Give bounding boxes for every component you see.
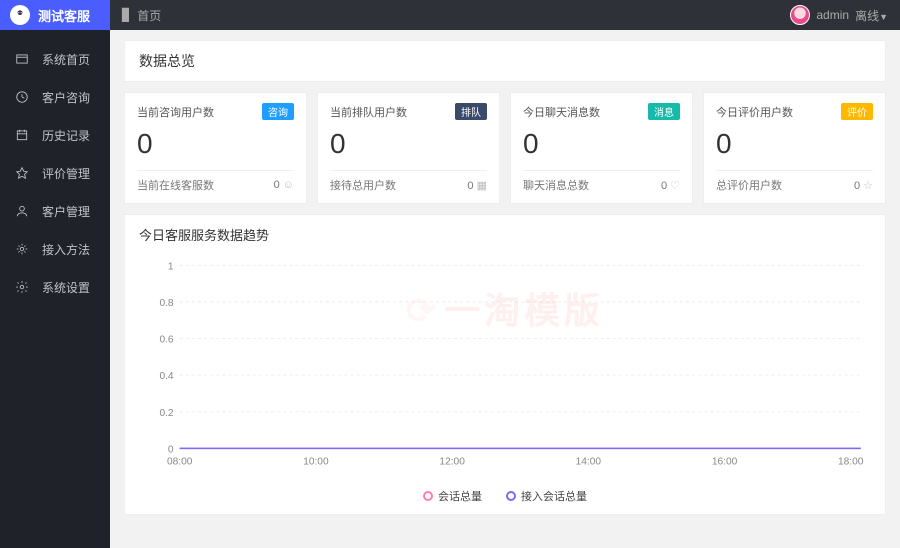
brand-avatar [10,5,30,25]
nav-label: 系统首页 [42,51,90,68]
nav-label: 系统设置 [42,279,90,296]
svg-text:0.4: 0.4 [159,371,173,382]
legend-dot-icon [423,491,433,501]
svg-text:0.8: 0.8 [159,298,173,309]
card-sub-value: 0 [467,180,473,192]
card-badge: 咨询 [262,103,294,120]
card-value: 0 [523,128,680,160]
stat-card-consult: 当前咨询用户数 咨询 0 当前在线客服数 0 ☺ [124,92,307,204]
card-sub-label: 接待总用户数 [330,177,396,193]
y-axis: 1 0.8 0.6 0.4 0.2 0 [159,261,860,455]
chart-panel: 今日客服服务数据趋势 ⟳一淘模版 1 0.8 0.6 0.4 0.2 0 [124,214,886,515]
svg-text:1: 1 [168,261,174,272]
svg-text:18:00: 18:00 [838,457,864,468]
nav-label: 评价管理 [42,165,90,182]
card-sub-value: 0 [854,180,860,192]
card-sub-label: 聊天消息总数 [523,177,589,193]
calendar-icon [14,127,30,143]
card-badge: 评价 [841,103,873,120]
legend-dot-icon [506,491,516,501]
x-axis: 08:00 10:00 12:00 14:00 16:00 18:00 [167,457,864,468]
sidebar-item-history[interactable]: 历史记录 [0,116,110,154]
legend-item-2[interactable]: 接入会话总量 [506,488,587,504]
sidebar-item-home[interactable]: 系统首页 [0,40,110,78]
card-value: 0 [137,128,294,160]
overview-title: 数据总览 [139,51,871,71]
topbar-right: admin 离线▼ [790,5,888,25]
sidebar-item-consult[interactable]: 客户咨询 [0,78,110,116]
card-sub-value: 0 [274,179,280,191]
main-content: 数据总览 当前咨询用户数 咨询 0 当前在线客服数 0 ☺ 当前排队用户数 排队… [110,30,900,548]
card-label: 当前排队用户数 [330,104,407,120]
user-icon [14,203,30,219]
chevron-down-icon: ▼ [879,12,888,22]
nav-label: 历史记录 [42,127,90,144]
sidebar-item-settings[interactable]: 系统设置 [0,268,110,306]
clock-icon [14,89,30,105]
brand-header: 测试客服 [0,0,110,30]
card-sub-label: 总评价用户数 [716,177,782,193]
user-name: admin [816,8,849,22]
line-chart: 1 0.8 0.6 0.4 0.2 0 08:00 10:00 [139,252,871,482]
svg-text:0.2: 0.2 [159,408,173,419]
card-value: 0 [716,128,873,160]
breadcrumb-home[interactable]: 首页 [137,7,161,24]
card-sub-value: 0 [661,180,667,192]
star-icon [14,165,30,181]
card-label: 今日聊天消息数 [523,104,600,120]
nav-label: 接入方法 [42,241,90,258]
legend-label: 接入会话总量 [521,488,587,504]
svg-text:08:00: 08:00 [167,457,193,468]
bell-icon: ♡ [670,180,680,192]
topbar-left: ▊ 首页 [122,7,161,24]
overview-panel-header: 数据总览 [124,40,886,82]
plug-icon [14,241,30,257]
card-badge: 排队 [455,103,487,120]
stat-card-message: 今日聊天消息数 消息 0 聊天消息总数 0 ♡ [510,92,693,204]
svg-text:16:00: 16:00 [712,457,738,468]
svg-text:0.6: 0.6 [159,335,173,346]
chart-area: ⟳一淘模版 1 0.8 0.6 0.4 0.2 0 [139,252,871,482]
user-avatar[interactable] [790,5,810,25]
sidebar: 测试客服 系统首页 客户咨询 历史记录 评价管理 客户管理 接入方法 系统设 [0,0,110,548]
svg-text:10:00: 10:00 [303,457,329,468]
sidebar-item-rating[interactable]: 评价管理 [0,154,110,192]
status-dropdown[interactable]: 离线▼ [855,7,888,24]
grid-icon: ▦ [477,180,487,192]
card-value: 0 [330,128,487,160]
nav-label: 客户咨询 [42,89,90,106]
card-label: 今日评价用户数 [716,104,793,120]
brand-title: 测试客服 [38,6,90,25]
topbar: ▊ 首页 admin 离线▼ [110,0,900,30]
nav: 系统首页 客户咨询 历史记录 评价管理 客户管理 接入方法 系统设置 [0,30,110,306]
sidebar-item-customer[interactable]: 客户管理 [0,192,110,230]
legend-label: 会话总量 [438,488,482,504]
nav-label: 客户管理 [42,203,90,220]
headset-icon: ☺ [283,179,294,191]
bookmark-icon: ▊ [122,8,131,22]
window-icon [14,51,30,67]
stat-cards: 当前咨询用户数 咨询 0 当前在线客服数 0 ☺ 当前排队用户数 排队 0 接待… [124,92,886,204]
card-label: 当前咨询用户数 [137,104,214,120]
stat-card-rating: 今日评价用户数 评价 0 总评价用户数 0 ☆ [703,92,886,204]
card-badge: 消息 [648,103,680,120]
svg-text:0: 0 [168,444,174,455]
chart-legend: 会话总量 接入会话总量 [139,488,871,504]
chart-title: 今日客服服务数据趋势 [139,225,871,244]
gear-icon [14,279,30,295]
card-sub-label: 当前在线客服数 [137,177,214,193]
svg-text:14:00: 14:00 [576,457,602,468]
status-label: 离线 [855,9,879,23]
sidebar-item-method[interactable]: 接入方法 [0,230,110,268]
svg-text:12:00: 12:00 [439,457,465,468]
stat-card-queue: 当前排队用户数 排队 0 接待总用户数 0 ▦ [317,92,500,204]
legend-item-1[interactable]: 会话总量 [423,488,482,504]
star-outline-icon: ☆ [863,180,873,192]
